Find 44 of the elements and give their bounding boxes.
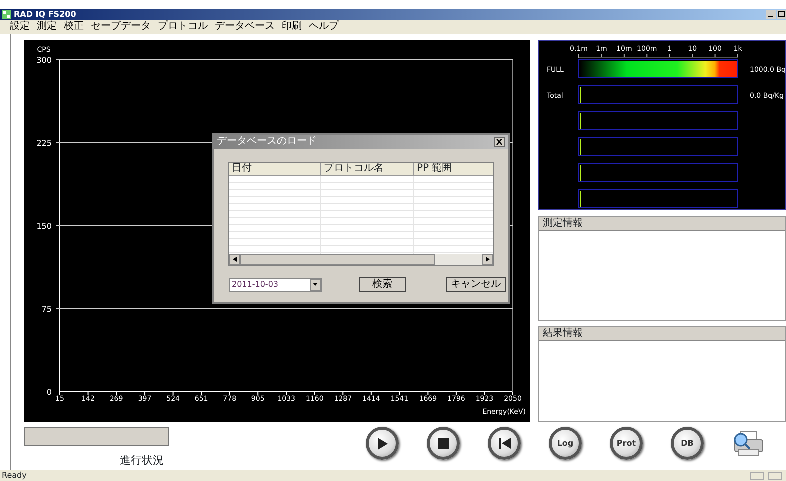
horizontal-scrollbar[interactable] bbox=[229, 254, 493, 265]
window-title: RAD IQ FS200 bbox=[14, 9, 76, 20]
rewind-button[interactable] bbox=[488, 427, 521, 460]
y-tick-label: 0 bbox=[46, 388, 52, 397]
play-icon bbox=[378, 438, 388, 450]
y-tick-label: 225 bbox=[36, 139, 52, 148]
printer-icon bbox=[732, 430, 765, 458]
stop-button[interactable] bbox=[427, 427, 460, 460]
menu-item[interactable]: 設定 bbox=[10, 21, 30, 33]
cancel-button[interactable]: キャンセル bbox=[446, 277, 506, 292]
search-button[interactable]: 検索 bbox=[359, 277, 406, 292]
play-button[interactable] bbox=[366, 427, 399, 460]
menu-item[interactable]: ヘルプ bbox=[309, 21, 339, 33]
status-text: Ready bbox=[1, 471, 27, 480]
menu-item[interactable]: 印刷 bbox=[282, 21, 302, 33]
stop-icon bbox=[438, 438, 449, 449]
menu-item[interactable]: プロトコル bbox=[158, 21, 208, 33]
panel-header: 測定情報 bbox=[539, 217, 785, 231]
round-button[interactable]: Prot bbox=[610, 427, 643, 460]
menu-item[interactable]: セーブデータ bbox=[91, 21, 151, 33]
menu-item[interactable]: 校正 bbox=[64, 21, 84, 33]
minimize-icon[interactable] bbox=[766, 10, 776, 19]
status-pane bbox=[750, 472, 764, 480]
maximize-icon[interactable] bbox=[777, 10, 786, 19]
skip-back-icon bbox=[498, 438, 510, 449]
close-button[interactable] bbox=[494, 137, 505, 147]
scroll-left-icon[interactable] bbox=[232, 257, 236, 262]
panel-header: 結果情報 bbox=[539, 327, 785, 341]
close-icon bbox=[496, 139, 503, 145]
scroll-thumb[interactable] bbox=[240, 254, 435, 265]
date-dropdown[interactable]: 2011-10-03 bbox=[229, 278, 322, 292]
y-tick-label: 75 bbox=[42, 305, 52, 314]
dialog-title: データベースのロード bbox=[217, 136, 317, 148]
progress-label: 進行状況 bbox=[120, 453, 165, 469]
caret-icon bbox=[313, 283, 318, 286]
y-tick-label: 150 bbox=[36, 222, 52, 231]
y-tick-label: 300 bbox=[36, 56, 52, 65]
menu-item[interactable]: 測定 bbox=[37, 21, 57, 33]
status-pane bbox=[768, 472, 782, 480]
round-button[interactable]: DB bbox=[671, 427, 704, 460]
round-button[interactable]: Log bbox=[549, 427, 582, 460]
scroll-right-icon[interactable] bbox=[486, 257, 490, 262]
menu-item[interactable]: データベース bbox=[215, 21, 275, 33]
app-icon bbox=[2, 10, 11, 19]
